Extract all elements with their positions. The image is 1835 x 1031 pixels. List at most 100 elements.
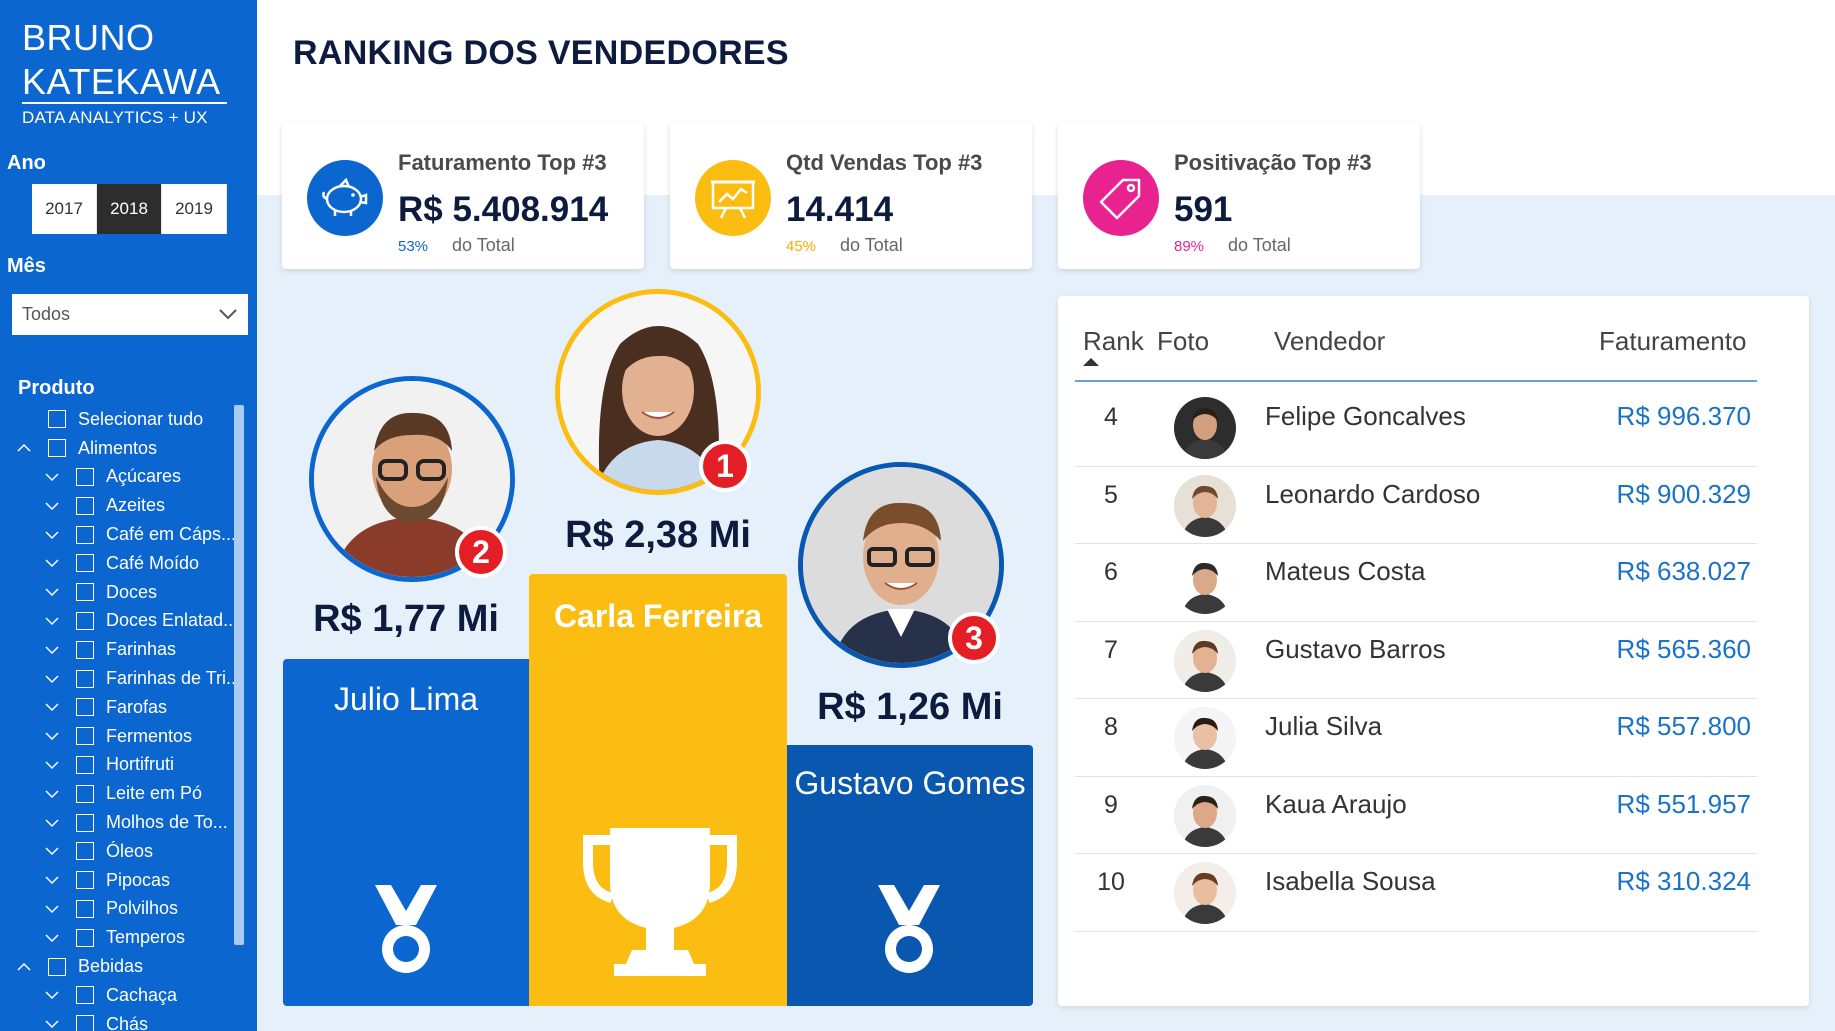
revenue-cell: R$ 638.027 xyxy=(1616,556,1751,586)
column-header-revenue[interactable]: Faturamento xyxy=(1599,326,1746,357)
chevron-down-icon[interactable] xyxy=(44,584,60,600)
table-row[interactable]: 5 Leonardo Cardoso R$ 900.329 xyxy=(1075,467,1757,544)
checkbox[interactable] xyxy=(76,583,94,602)
year-filter-label: Ano xyxy=(7,152,46,174)
product-tree-item[interactable]: Polvilhos xyxy=(10,895,250,924)
chevron-down-icon[interactable] xyxy=(44,555,60,571)
product-tree-item[interactable]: Óleos xyxy=(10,837,250,866)
year-button-2017[interactable]: 2017 xyxy=(32,184,97,234)
product-tree-item[interactable]: Farinhas xyxy=(10,635,250,664)
product-tree-item[interactable]: Cachaça xyxy=(10,981,250,1010)
kpi-percent: 53% xyxy=(398,238,429,255)
checkbox[interactable] xyxy=(76,899,94,918)
table-row[interactable]: 9 Kaua Araujo R$ 551.957 xyxy=(1075,777,1757,854)
avatar xyxy=(1174,862,1236,924)
product-tree-item[interactable]: Café em Cáps... xyxy=(10,520,250,549)
chevron-up-icon[interactable] xyxy=(16,440,32,456)
table-row[interactable]: 6 Mateus Costa R$ 638.027 xyxy=(1075,544,1757,622)
checkbox[interactable] xyxy=(76,698,94,717)
table-row[interactable]: 10 Isabella Sousa R$ 310.324 xyxy=(1075,854,1757,932)
checkbox[interactable] xyxy=(76,467,94,486)
chevron-down-icon[interactable] xyxy=(44,815,60,831)
checkbox[interactable] xyxy=(76,1015,94,1031)
product-tree-item[interactable]: Pipocas xyxy=(10,866,250,895)
brand-logo: BRUNO KATEKAWA DATA ANALYTICS + UX xyxy=(22,16,227,128)
checkbox[interactable] xyxy=(76,871,94,890)
product-tree-item[interactable]: Temperos xyxy=(10,923,250,952)
product-tree-item[interactable]: Hortifruti xyxy=(10,751,250,780)
checkbox[interactable] xyxy=(76,727,94,746)
checkbox[interactable] xyxy=(76,842,94,861)
chevron-down-icon[interactable] xyxy=(44,527,60,543)
rank-cell: 6 xyxy=(1104,558,1118,586)
product-tree-item[interactable]: Leite em Pó xyxy=(10,779,250,808)
avatar xyxy=(1174,707,1236,769)
column-header-photo[interactable]: Foto xyxy=(1157,326,1209,357)
chevron-down-icon[interactable] xyxy=(44,728,60,744)
chevron-down-icon[interactable] xyxy=(44,786,60,802)
product-tree-item[interactable]: Chás xyxy=(10,1010,250,1031)
chevron-down-icon[interactable] xyxy=(44,757,60,773)
chevron-down-icon[interactable] xyxy=(44,469,60,485)
kpi-value: 14.414 xyxy=(786,190,894,229)
header-divider xyxy=(1075,380,1757,382)
kpi-card-sales-qty: Qtd Vendas Top #3 14.414 45% do Total xyxy=(670,122,1032,269)
product-tree-item[interactable]: Farofas xyxy=(10,693,250,722)
chevron-down-icon[interactable] xyxy=(44,901,60,917)
checkbox[interactable] xyxy=(76,784,94,803)
podium-second-name: Julio Lima xyxy=(333,681,479,717)
checkbox[interactable] xyxy=(76,813,94,832)
product-tree-item[interactable]: Doces Enlatad... xyxy=(10,607,250,636)
chevron-down-icon[interactable] xyxy=(44,930,60,946)
table-row[interactable]: 7 Gustavo Barros R$ 565.360 xyxy=(1075,622,1757,699)
product-tree-item[interactable]: Doces xyxy=(10,578,250,607)
checkbox[interactable] xyxy=(76,554,94,573)
checkbox[interactable] xyxy=(76,525,94,544)
chevron-down-icon[interactable] xyxy=(44,498,60,514)
chevron-up-icon[interactable] xyxy=(16,959,32,975)
chevron-down-icon[interactable] xyxy=(44,671,60,687)
product-tree-label: Leite em Pó xyxy=(106,783,203,804)
checkbox[interactable] xyxy=(76,496,94,515)
month-dropdown[interactable]: Todos xyxy=(12,294,248,335)
checkbox[interactable] xyxy=(76,611,94,630)
chevron-down-icon[interactable] xyxy=(44,699,60,715)
product-tree-item[interactable]: Selecionar tudo xyxy=(10,405,250,434)
checkbox[interactable] xyxy=(48,957,66,976)
brand-subtitle: DATA ANALYTICS + UX xyxy=(22,108,208,127)
column-header-rank[interactable]: Rank xyxy=(1083,326,1144,357)
column-header-seller[interactable]: Vendedor xyxy=(1274,326,1385,357)
checkbox[interactable] xyxy=(76,669,94,688)
product-tree-item[interactable]: Fermentos xyxy=(10,722,250,751)
checkbox[interactable] xyxy=(76,640,94,659)
year-button-2019[interactable]: 2019 xyxy=(162,184,227,234)
podium-third-value: R$ 1,26 Mi xyxy=(817,686,1003,728)
product-tree-scrollbar[interactable] xyxy=(234,405,244,945)
checkbox[interactable] xyxy=(48,410,66,429)
table-row[interactable]: 4 Felipe Goncalves R$ 996.370 xyxy=(1075,389,1757,467)
product-tree-item[interactable]: Alimentos xyxy=(10,434,250,463)
seller-name-cell: Kaua Araujo xyxy=(1265,788,1407,819)
chevron-down-icon[interactable] xyxy=(44,642,60,658)
product-tree-label: Polvilhos xyxy=(106,898,179,919)
product-tree-item[interactable]: Farinhas de Tri... xyxy=(10,664,250,693)
podium-third-block: Gustavo Gomes xyxy=(787,745,1033,1006)
product-tree-item[interactable]: Molhos de To... xyxy=(10,808,250,837)
product-tree-item[interactable]: Café Moído xyxy=(10,549,250,578)
checkbox[interactable] xyxy=(48,439,66,458)
chevron-down-icon[interactable] xyxy=(44,872,60,888)
table-row[interactable]: 8 Julia Silva R$ 557.800 xyxy=(1075,699,1757,777)
product-tree-item[interactable]: Azeites xyxy=(10,491,250,520)
chevron-down-icon[interactable] xyxy=(44,613,60,629)
checkbox[interactable] xyxy=(76,928,94,947)
chevron-down-icon[interactable] xyxy=(44,843,60,859)
checkbox[interactable] xyxy=(76,755,94,774)
chevron-down-icon[interactable] xyxy=(44,987,60,1003)
avatar xyxy=(1174,552,1236,614)
checkbox[interactable] xyxy=(76,986,94,1005)
product-tree-item[interactable]: Açúcares xyxy=(10,463,250,492)
chevron-down-icon[interactable] xyxy=(44,1016,60,1031)
product-tree-item[interactable]: Bebidas xyxy=(10,952,250,981)
rank-cell: 7 xyxy=(1104,635,1118,664)
year-button-2018[interactable]: 2018 xyxy=(97,184,162,234)
